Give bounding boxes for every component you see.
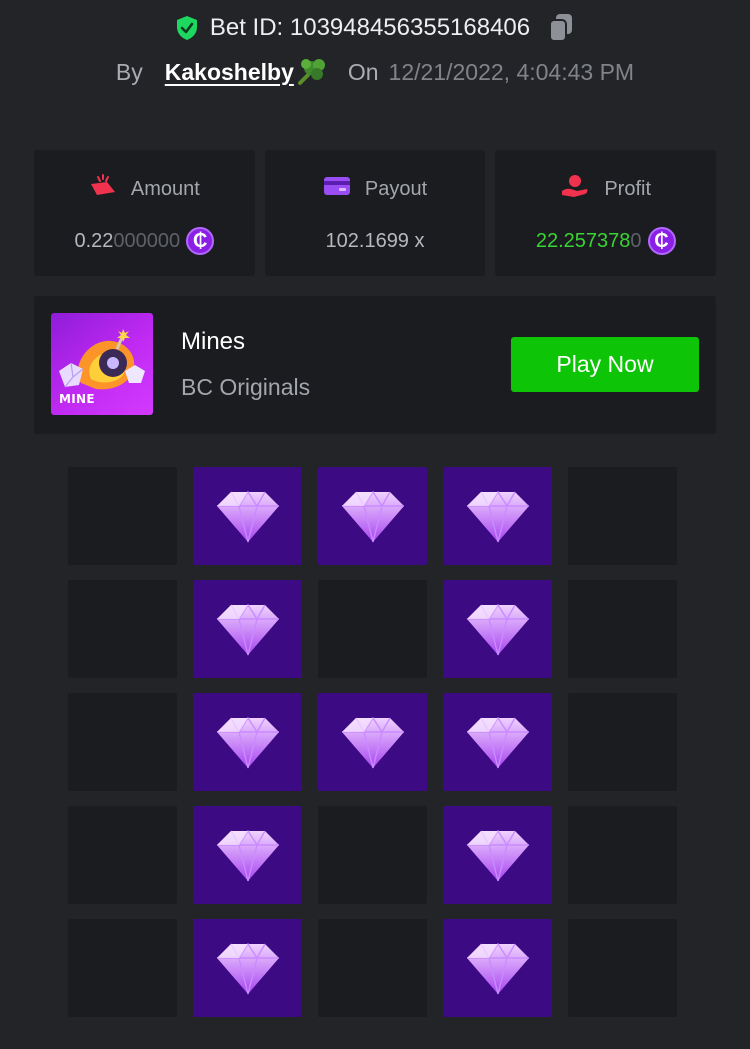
profit-value-decimals: 0 xyxy=(630,229,642,252)
copy-icon[interactable] xyxy=(548,13,574,43)
tile-gem xyxy=(193,467,302,565)
tile-empty xyxy=(568,919,677,1017)
broccoli-icon xyxy=(294,57,328,87)
bet-id-row: Bet ID: 103948456355168406 xyxy=(0,12,750,44)
gem-icon xyxy=(338,712,408,772)
stat-profit: Profit 22.2573780 ₵ xyxy=(495,150,717,276)
tile-empty xyxy=(568,806,677,904)
gem-icon xyxy=(213,712,283,772)
tile-gem xyxy=(318,693,427,791)
tile-empty xyxy=(568,580,677,678)
gem-icon xyxy=(213,938,283,998)
tile-empty xyxy=(68,806,177,904)
gem-icon xyxy=(463,712,533,772)
amount-value: 0.22 xyxy=(74,229,114,252)
stat-amount: Amount 0.22000000 ₵ xyxy=(34,150,255,276)
tile-empty xyxy=(68,919,177,1017)
tile-gem xyxy=(443,693,552,791)
gem-icon xyxy=(338,486,408,546)
tile-empty xyxy=(318,919,427,1017)
tile-gem xyxy=(443,467,552,565)
tile-gem xyxy=(193,919,302,1017)
amount-icon xyxy=(89,174,117,204)
tile-gem xyxy=(193,806,302,904)
mines-grid xyxy=(68,467,677,1017)
tile-gem xyxy=(443,580,552,678)
gem-icon xyxy=(213,486,283,546)
gem-icon xyxy=(213,825,283,885)
tile-empty xyxy=(68,693,177,791)
stat-payout: Payout 102.1699 x xyxy=(264,150,486,276)
game-title: Mines xyxy=(181,328,246,355)
bet-date: 12/21/2022, 4:04:43 PM xyxy=(388,58,635,85)
tile-empty xyxy=(68,580,177,678)
coin-icon: ₵ xyxy=(186,227,215,255)
tile-empty xyxy=(318,580,427,678)
tile-gem xyxy=(318,467,427,565)
payout-label: Payout xyxy=(364,177,428,200)
tile-empty xyxy=(568,467,677,565)
tile-empty xyxy=(318,806,427,904)
bet-id-text: Bet ID: 103948456355168406 xyxy=(209,14,531,41)
author-row: By Kakoshelby On 12/21/2022, 4:04:43 PM xyxy=(0,56,750,88)
payout-value: 102.1699 x xyxy=(325,229,425,252)
tile-gem xyxy=(443,919,552,1017)
profit-value: 22.257378 xyxy=(535,229,631,252)
tile-gem xyxy=(443,806,552,904)
card-icon xyxy=(323,175,351,203)
gem-icon xyxy=(463,486,533,546)
tile-gem xyxy=(193,580,302,678)
shield-check-icon xyxy=(176,15,198,41)
tile-empty xyxy=(68,467,177,565)
thumbnail-label: MINE xyxy=(59,392,95,406)
game-provider: BC Originals xyxy=(181,374,311,400)
play-now-button[interactable]: Play Now xyxy=(511,337,699,392)
game-thumbnail[interactable]: MINE xyxy=(51,313,153,415)
profit-icon xyxy=(560,174,590,204)
by-label: By xyxy=(115,58,143,85)
tile-empty xyxy=(568,693,677,791)
amount-label: Amount xyxy=(130,177,200,200)
bet-stats: Amount 0.22000000 ₵ Payout 102.1699 x Pr… xyxy=(34,150,717,276)
tile-gem xyxy=(193,693,302,791)
gem-icon xyxy=(213,599,283,659)
profit-label: Profit xyxy=(604,177,652,200)
username-link[interactable]: Kakoshelby xyxy=(165,59,294,86)
gem-icon xyxy=(463,599,533,659)
gem-icon xyxy=(463,825,533,885)
on-label: On xyxy=(347,58,379,85)
coin-icon: ₵ xyxy=(647,227,676,255)
game-card: MINE Mines BC Originals Play Now xyxy=(34,296,716,434)
gem-icon xyxy=(463,938,533,998)
amount-value-decimals: 000000 xyxy=(113,229,181,252)
